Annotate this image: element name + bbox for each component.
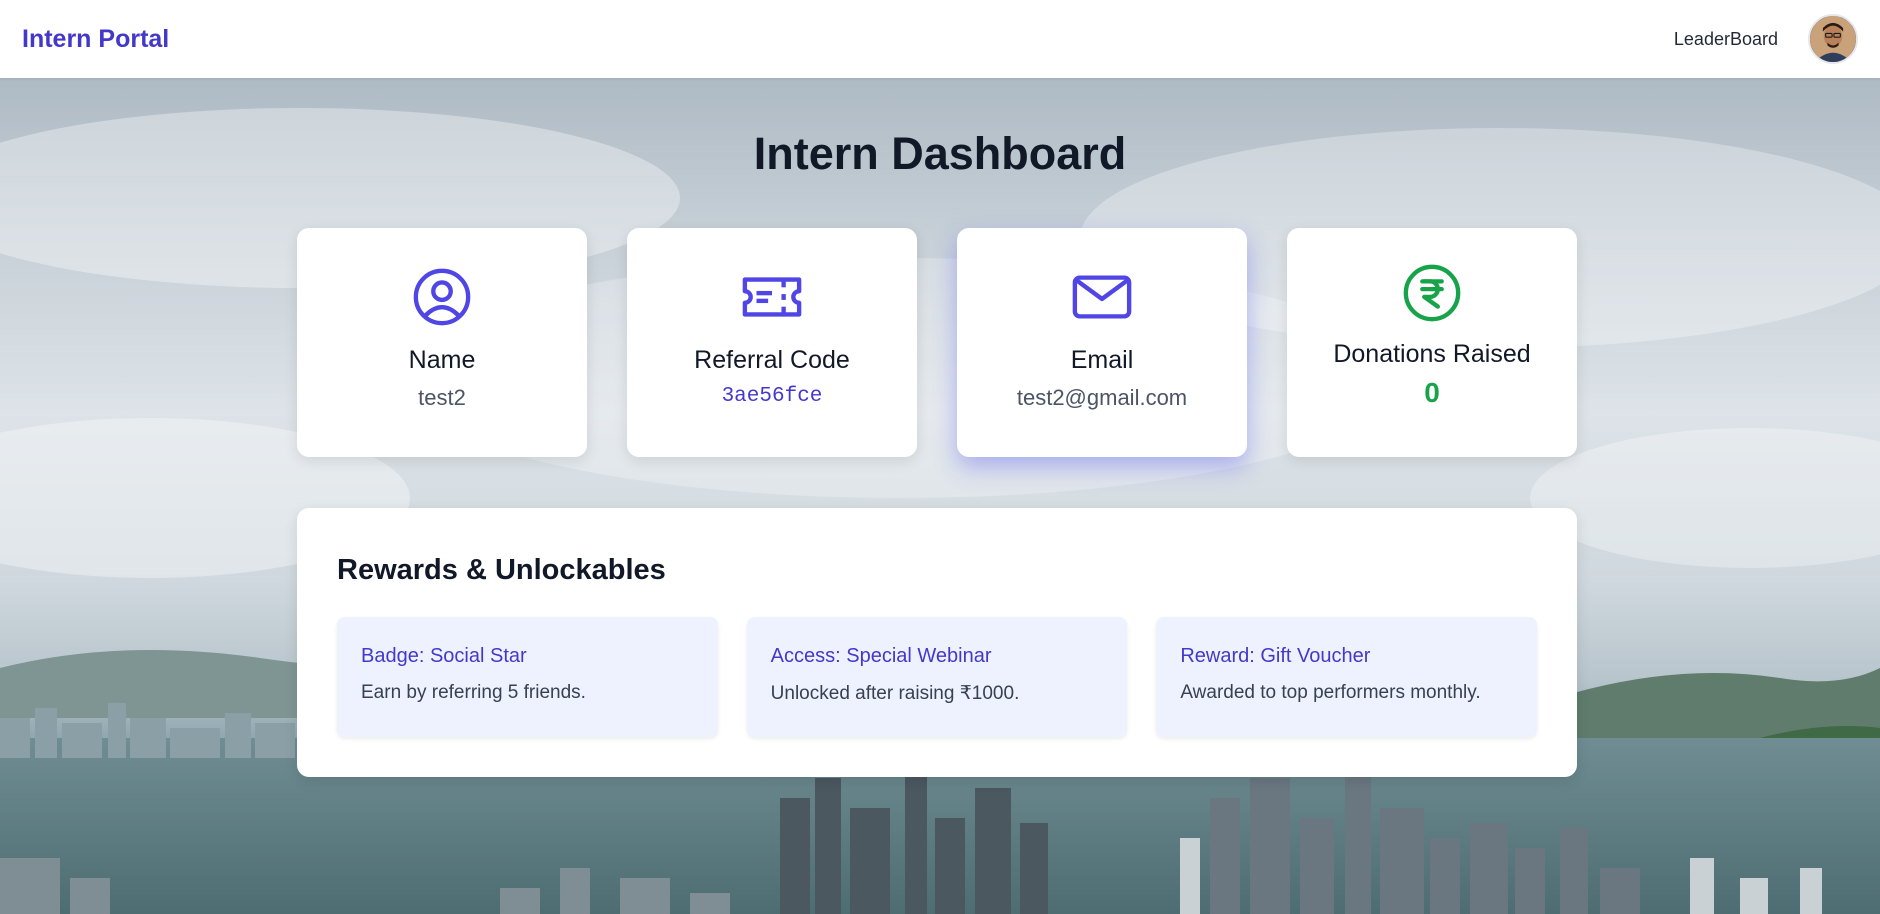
reward-item-special-webinar[interactable]: Access: Special Webinar Unlocked after r… (746, 617, 1128, 737)
nav-right-group: LeaderBoard (1674, 14, 1858, 64)
reward-title: Badge: Social Star (361, 645, 527, 667)
name-value: test2 (418, 385, 466, 410)
referral-code-value[interactable]: 3ae56fce (722, 385, 823, 408)
reward-item-gift-voucher[interactable]: Reward: Gift Voucher Awarded to top perf… (1156, 617, 1538, 737)
donations-card: Donations Raised 0 (1287, 228, 1577, 457)
email-value: test2@gmail.com (1016, 385, 1188, 410)
reward-title: Access: Special Webinar (770, 645, 992, 667)
reward-description: Awarded to top performers monthly. (1180, 682, 1481, 703)
donations-label: Donations Raised (1333, 340, 1531, 368)
rewards-heading: Rewards & Unlockables (337, 554, 666, 586)
user-circle-icon (411, 266, 473, 328)
donations-value: 0 (1424, 377, 1440, 408)
reward-description: Unlocked after raising ₹1000. (770, 683, 1020, 704)
mail-icon (1071, 266, 1133, 328)
name-card: Name test2 (297, 228, 587, 457)
name-label: Name (408, 346, 476, 374)
avatar-photo-icon (1810, 16, 1856, 62)
reward-description: Earn by referring 5 friends. (361, 682, 586, 703)
referral-code-card: Referral Code 3ae56fce (627, 228, 917, 457)
referral-code-label: Referral Code (694, 346, 850, 374)
leaderboard-link[interactable]: LeaderBoard (1674, 29, 1778, 50)
background-cityscape-image (0, 78, 1880, 914)
page-title: Intern Dashboard (753, 128, 1127, 179)
reward-list: Badge: Social Star Earn by referring 5 f… (337, 617, 1538, 737)
ticket-icon (741, 266, 803, 328)
email-card: Email test2@gmail.com (957, 228, 1247, 457)
rupee-icon (1401, 262, 1463, 324)
top-navbar: Intern Portal LeaderBoard (0, 0, 1880, 78)
reward-title: Reward: Gift Voucher (1180, 645, 1371, 667)
user-avatar[interactable] (1808, 14, 1858, 64)
email-label: Email (1070, 346, 1134, 374)
brand-logo-text[interactable]: Intern Portal (22, 25, 169, 54)
reward-item-social-star[interactable]: Badge: Social Star Earn by referring 5 f… (337, 617, 718, 737)
rewards-panel: Rewards & Unlockables Badge: Social Star… (297, 508, 1577, 777)
